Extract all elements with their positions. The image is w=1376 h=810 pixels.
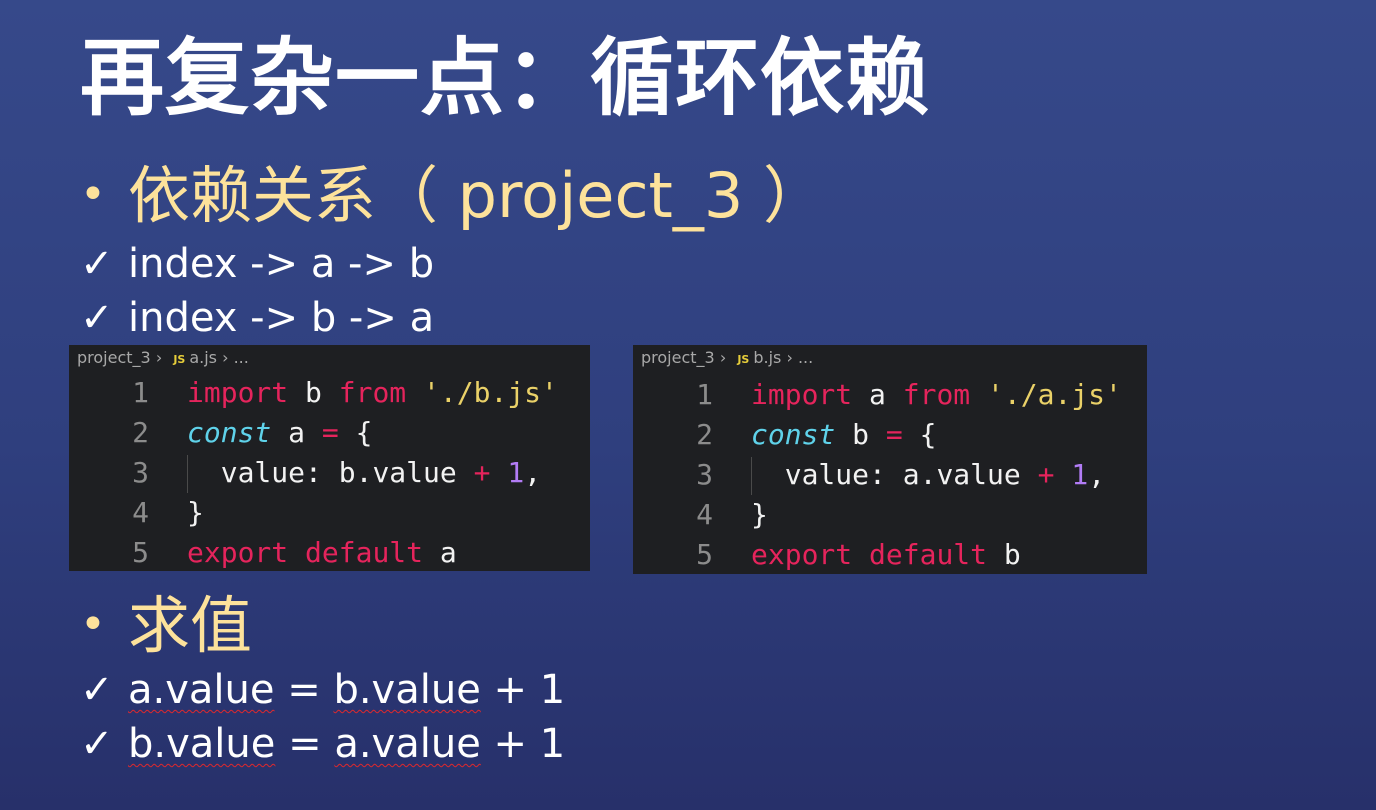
check-item-3: ✓ a.value = b.value + 1 <box>80 670 565 710</box>
code-line: 1 import a from './a.js' <box>633 375 1122 415</box>
eq1-equals: = <box>274 667 334 713</box>
line-number: 3 <box>696 458 713 491</box>
keyword-import: import <box>187 376 289 409</box>
brace: } <box>751 498 768 531</box>
identifier: b <box>852 418 870 451</box>
breadcrumb-separator: › <box>155 348 163 367</box>
brace: { <box>355 416 373 449</box>
slide-title: 再复杂一点：循环依赖 <box>80 29 931 127</box>
check-icon: ✓ <box>80 241 114 287</box>
identifier: b <box>1003 538 1021 571</box>
breadcrumb-file[interactable]: b.js <box>753 348 781 367</box>
line-number: 5 <box>132 536 149 569</box>
line-number: 1 <box>132 376 149 409</box>
line-number: 5 <box>696 538 713 571</box>
string-literal: './a.js' <box>987 378 1122 411</box>
check-icon: ✓ <box>80 721 114 767</box>
line-number: 4 <box>696 498 713 531</box>
code-block-b: project_3 › JS b.js › ... 1 import a from … <box>633 345 1147 574</box>
breadcrumb-project[interactable]: project_3 <box>641 348 715 367</box>
line-number: 3 <box>132 456 149 489</box>
identifier: b <box>305 376 322 409</box>
breadcrumb-b: project_3 › JS b.js › ... <box>641 348 813 367</box>
bullet-dot: • <box>80 599 106 650</box>
breadcrumb-separator: › <box>719 348 727 367</box>
check-text-2: index -> b -> a <box>128 295 435 341</box>
identifier: a <box>288 416 306 449</box>
keyword-from: from <box>338 376 407 409</box>
operator: = <box>321 416 339 449</box>
js-file-icon: JS <box>173 353 186 366</box>
property-key: value: <box>220 456 322 489</box>
eq2-rhs: a.value <box>334 721 481 767</box>
check-icon: ✓ <box>80 295 114 341</box>
js-file-icon: JS <box>737 353 750 366</box>
keyword-default: default <box>305 536 424 569</box>
evaluation-heading: 求值 <box>127 589 252 662</box>
punctuation: , <box>1088 458 1106 491</box>
bullet-dot: • <box>80 169 106 220</box>
breadcrumb-separator: › <box>786 348 793 367</box>
operator: + <box>473 456 491 489</box>
keyword-default: default <box>869 538 988 571</box>
brace: { <box>919 418 937 451</box>
line-number: 2 <box>132 416 149 449</box>
code-line: 2 const a = { <box>69 413 372 453</box>
operator: = <box>885 418 903 451</box>
code-line: 5 export default b <box>633 535 1021 574</box>
bullet-evaluation: • 求值 <box>80 595 252 657</box>
code-line: 2 const b = { <box>633 415 936 455</box>
code-line: 3 value: a.value + 1, <box>633 455 1105 495</box>
line-number: 2 <box>696 418 713 451</box>
code-line: 1 import b from './b.js' <box>69 373 558 413</box>
check-icon: ✓ <box>80 667 114 713</box>
keyword-const: const <box>751 418 836 451</box>
line-number: 4 <box>132 496 149 529</box>
check-text-1: index -> a -> b <box>128 241 435 287</box>
number-literal: 1 <box>507 456 525 489</box>
breadcrumb-more[interactable]: ... <box>798 348 813 367</box>
punctuation: , <box>524 456 542 489</box>
eq1-lhs: a.value <box>128 667 275 713</box>
keyword-export: export <box>187 536 289 569</box>
identifier: a.value <box>902 458 1021 491</box>
breadcrumb-more[interactable]: ... <box>234 348 249 367</box>
code-line: 4} <box>633 495 768 535</box>
identifier: a <box>439 536 457 569</box>
line-number: 1 <box>696 378 713 411</box>
eq2-tail: + 1 <box>480 721 566 767</box>
code-block-a: project_3 › JS a.js › ... 1 import b from … <box>69 345 590 571</box>
keyword-from: from <box>902 378 971 411</box>
number-literal: 1 <box>1071 458 1089 491</box>
brace: } <box>187 496 204 529</box>
code-line: 5 export default a <box>69 533 457 571</box>
check-item-4: ✓ b.value = a.value + 1 <box>80 724 565 764</box>
check-item-1: ✓ index -> a -> b <box>80 244 434 284</box>
code-line: 4} <box>69 493 204 533</box>
dependency-heading: 依赖关系（ project_3 ） <box>127 159 825 232</box>
check-item-2: ✓ index -> b -> a <box>80 298 434 338</box>
identifier: a <box>869 378 886 411</box>
eq2-lhs: b.value <box>128 721 276 767</box>
property-key: value: <box>784 458 886 491</box>
eq2-equals: = <box>275 721 335 767</box>
keyword-const: const <box>187 416 272 449</box>
bullet-dependency: • 依赖关系（ project_3 ） <box>80 165 825 227</box>
code-line: 3 value: b.value + 1, <box>69 453 541 493</box>
identifier: b.value <box>338 456 457 489</box>
breadcrumb-separator: › <box>222 348 229 367</box>
breadcrumb-project[interactable]: project_3 <box>77 348 151 367</box>
keyword-import: import <box>751 378 853 411</box>
keyword-export: export <box>751 538 853 571</box>
eq1-tail: + 1 <box>480 667 566 713</box>
operator: + <box>1037 458 1055 491</box>
breadcrumb-a: project_3 › JS a.js › ... <box>77 348 249 367</box>
breadcrumb-file[interactable]: a.js <box>189 348 217 367</box>
string-literal: './b.js' <box>423 376 558 409</box>
eq1-rhs: b.value <box>333 667 481 713</box>
